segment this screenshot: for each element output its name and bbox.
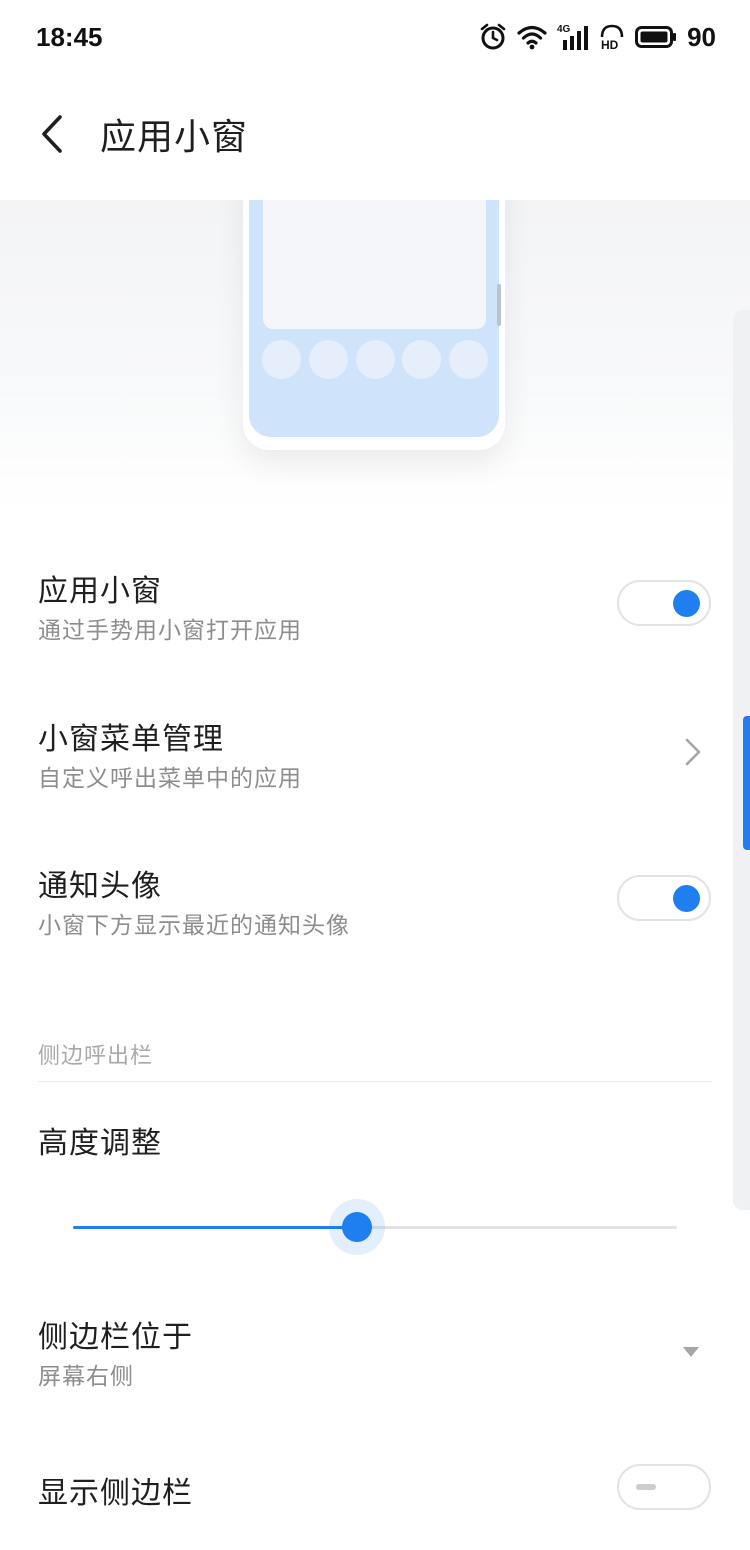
wifi-icon (517, 25, 547, 50)
signal-4g-icon: 4G (557, 24, 589, 50)
setting-row-app-window[interactable]: 应用小窗 通过手势用小窗打开应用 (0, 552, 730, 662)
header: 应用小窗 (0, 76, 750, 200)
phone-illustration (243, 200, 505, 450)
notification-avatar-toggle[interactable] (617, 875, 711, 921)
slider-thumb[interactable] (341, 1212, 372, 1242)
chevron-left-icon (42, 115, 62, 153)
toggle-knob (636, 1484, 656, 1490)
phone-screen (249, 200, 499, 437)
chevron-right-icon (685, 738, 701, 766)
settings-screen: 18:45 4G HD 90 应用小窗 应用小窗 通过手势用小窗打开应用 小窗菜… (0, 0, 750, 1550)
status-bar: 18:45 4G HD 90 (0, 0, 750, 76)
avatar-placeholder (449, 340, 488, 379)
window-menu-subtitle: 自定义呼出菜单中的应用 (38, 766, 302, 792)
battery-icon (635, 26, 677, 48)
app-window-toggle[interactable] (617, 580, 711, 626)
floating-window-preview (263, 200, 486, 329)
show-sidebar-toggle[interactable] (617, 1464, 711, 1510)
phone-side-button (497, 284, 501, 326)
show-sidebar-title: 显示侧边栏 (38, 1476, 193, 1511)
avatar-placeholder (262, 340, 301, 379)
toggle-knob (673, 590, 700, 617)
avatar-placeholder (355, 340, 395, 379)
window-menu-title: 小窗菜单管理 (38, 722, 224, 757)
feature-illustration (0, 200, 750, 510)
network-type-label: 4G (557, 24, 571, 35)
height-adjust-slider[interactable] (73, 1198, 677, 1258)
scrollbar-thumb[interactable] (743, 716, 750, 850)
avatar-placeholder (308, 340, 348, 379)
setting-row-sidebar-position[interactable]: 侧边栏位于 屏幕右侧 (0, 1298, 730, 1408)
hd-icon: HD (600, 24, 624, 51)
svg-text:HD: HD (601, 38, 619, 51)
notification-avatar-title: 通知头像 (38, 869, 162, 904)
back-button[interactable] (24, 106, 80, 162)
slider-fill (73, 1226, 357, 1229)
setting-row-show-sidebar[interactable]: 显示侧边栏 (0, 1450, 730, 1550)
notification-avatar-subtitle: 小窗下方显示最近的通知头像 (38, 913, 350, 939)
sidebar-position-title: 侧边栏位于 (38, 1320, 193, 1355)
app-window-subtitle: 通过手势用小窗打开应用 (38, 618, 302, 644)
toggle-knob (673, 885, 700, 912)
height-adjust-title: 高度调整 (38, 1126, 162, 1161)
app-window-title: 应用小窗 (38, 574, 162, 609)
section-divider (38, 1081, 712, 1082)
setting-row-notification-avatar[interactable]: 通知头像 小窗下方显示最近的通知头像 (0, 847, 730, 957)
alarm-icon (480, 23, 506, 50)
status-icons: 4G HD 90 (479, 20, 716, 54)
status-time: 18:45 (36, 22, 103, 52)
page-title: 应用小窗 (100, 117, 249, 158)
sidebar-position-value: 屏幕右侧 (38, 1364, 134, 1390)
dropdown-arrow-icon (683, 1347, 699, 1357)
section-header-side-bar: 侧边呼出栏 (38, 1044, 154, 1069)
avatar-placeholder (402, 340, 442, 379)
setting-row-window-menu[interactable]: 小窗菜单管理 自定义呼出菜单中的应用 (0, 700, 730, 810)
battery-level: 90 (687, 21, 716, 52)
notification-avatars-preview (262, 340, 488, 380)
